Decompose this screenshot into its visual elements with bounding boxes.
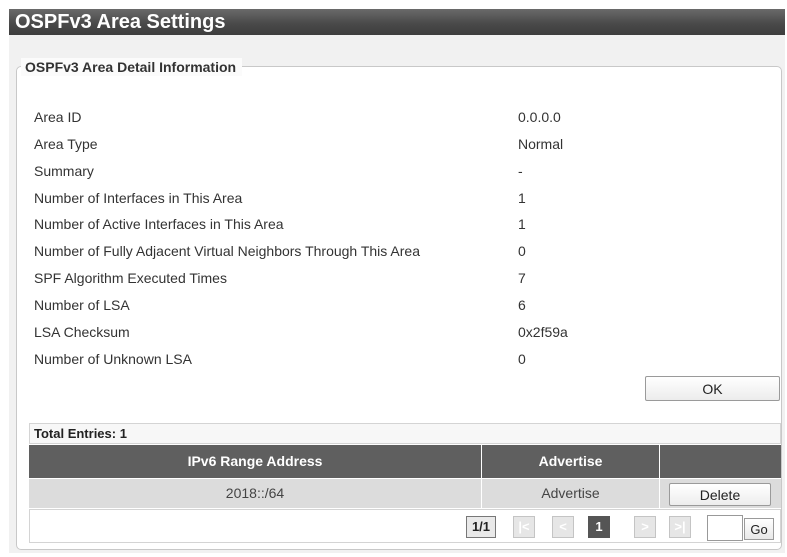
cell-advertise: Advertise <box>482 479 659 508</box>
label-area-id: Area ID <box>34 109 82 125</box>
label-active-interface-count: Number of Active Interfaces in This Area <box>34 216 284 232</box>
page-info: 1/1 <box>466 516 496 538</box>
delete-button[interactable]: Delete <box>669 483 771 506</box>
value-area-id: 0.0.0.0 <box>518 109 561 125</box>
go-button[interactable]: Go <box>744 518 774 540</box>
value-lsa-checksum: 0x2f59a <box>518 324 568 340</box>
first-page-button[interactable]: |< <box>513 516 535 538</box>
cell-ipv6-range-address: 2018::/64 <box>29 479 481 508</box>
value-lsa-count: 6 <box>518 297 526 313</box>
value-area-type: Normal <box>518 136 564 152</box>
total-entries: Total Entries: 1 <box>29 423 781 444</box>
last-page-button[interactable]: >| <box>669 516 691 538</box>
label-area-type: Area Type <box>34 136 98 152</box>
label-virtual-neighbors: Number of Fully Adjacent Virtual Neighbo… <box>34 243 420 259</box>
label-unknown-lsa: Number of Unknown LSA <box>34 351 192 367</box>
page-title: OSPFv3 Area Settings <box>9 9 785 35</box>
ok-button[interactable]: OK <box>645 376 780 401</box>
value-interface-count: 1 <box>518 190 526 206</box>
value-virtual-neighbors: 0 <box>518 243 526 259</box>
label-interface-count: Number of Interfaces in This Area <box>34 190 243 206</box>
label-lsa-count: Number of LSA <box>34 297 130 313</box>
label-spf-executed: SPF Algorithm Executed Times <box>34 270 227 286</box>
page-number-input[interactable] <box>707 515 743 541</box>
value-summary: - <box>518 163 523 179</box>
column-header-ipv6-range-address: IPv6 Range Address <box>29 445 481 478</box>
previous-page-button[interactable]: < <box>552 516 574 538</box>
panel-legend: OSPFv3 Area Detail Information <box>21 58 243 76</box>
value-spf-executed: 7 <box>518 270 526 286</box>
value-active-interface-count: 1 <box>518 216 526 232</box>
current-page-button[interactable]: 1 <box>588 516 610 538</box>
value-unknown-lsa: 0 <box>518 351 526 367</box>
label-lsa-checksum: LSA Checksum <box>34 324 130 340</box>
column-header-advertise: Advertise <box>482 445 659 478</box>
label-summary: Summary <box>34 163 94 179</box>
next-page-button[interactable]: > <box>634 516 656 538</box>
column-header-action <box>660 445 781 478</box>
